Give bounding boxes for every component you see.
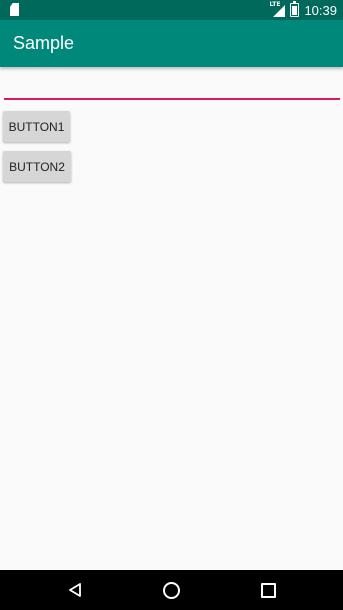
button1[interactable]: BUTTON1 xyxy=(3,111,70,142)
signal-strength-icon xyxy=(273,5,286,17)
button2[interactable]: BUTTON2 xyxy=(3,151,71,182)
status-bar: LTE 10:39 xyxy=(0,0,343,20)
recents-icon[interactable] xyxy=(261,583,276,598)
app-bar: Sample xyxy=(0,20,343,67)
navigation-bar xyxy=(0,570,343,610)
app-title: Sample xyxy=(13,33,75,53)
clock: 10:39 xyxy=(304,2,337,18)
status-icons: LTE 10:39 xyxy=(269,0,337,20)
lte-signal-icon: LTE xyxy=(269,1,286,17)
home-icon[interactable] xyxy=(163,582,180,599)
text-input[interactable] xyxy=(4,78,340,100)
back-icon[interactable] xyxy=(68,583,82,597)
sd-card-icon xyxy=(10,3,19,16)
battery-level xyxy=(292,6,298,15)
battery-icon xyxy=(290,1,300,17)
